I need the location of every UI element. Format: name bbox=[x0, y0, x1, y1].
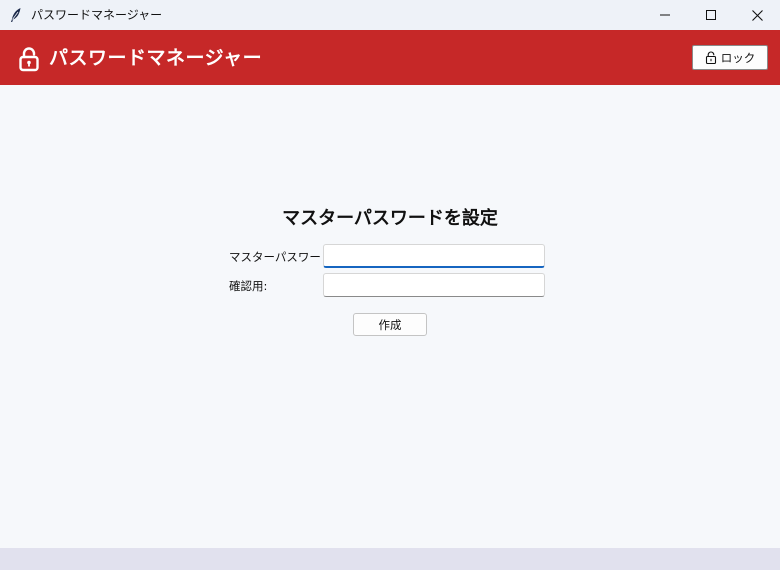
close-button[interactable] bbox=[734, 0, 780, 30]
minimize-button[interactable] bbox=[642, 0, 688, 30]
close-icon bbox=[751, 9, 763, 21]
minimize-icon bbox=[660, 14, 670, 16]
lock-button-label: ロック bbox=[720, 50, 756, 65]
window-titlebar: パスワードマネージャー bbox=[0, 0, 780, 30]
main-panel: マスターパスワードを設定 マスターパスワード: 確認用: 作成 bbox=[0, 85, 780, 548]
confirm-password-label: 確認用: bbox=[229, 279, 268, 293]
confirm-password-input[interactable] bbox=[323, 273, 545, 297]
maximize-icon bbox=[706, 10, 716, 20]
maximize-button[interactable] bbox=[688, 0, 734, 30]
create-button[interactable]: 作成 bbox=[353, 313, 427, 336]
status-strip bbox=[0, 548, 780, 570]
app-title: パスワードマネージャー bbox=[49, 47, 263, 69]
setup-title: マスターパスワードを設定 bbox=[282, 208, 498, 229]
master-password-input[interactable] bbox=[323, 244, 545, 268]
lock-button[interactable]: ロック bbox=[692, 45, 768, 70]
master-password-label: マスターパスワード: bbox=[229, 250, 337, 264]
feather-icon bbox=[11, 8, 21, 22]
lock-icon bbox=[705, 51, 716, 64]
lock-icon bbox=[19, 47, 39, 72]
app-header: パスワードマネージャー ロック bbox=[0, 30, 780, 85]
window-title: パスワードマネージャー bbox=[31, 8, 163, 22]
